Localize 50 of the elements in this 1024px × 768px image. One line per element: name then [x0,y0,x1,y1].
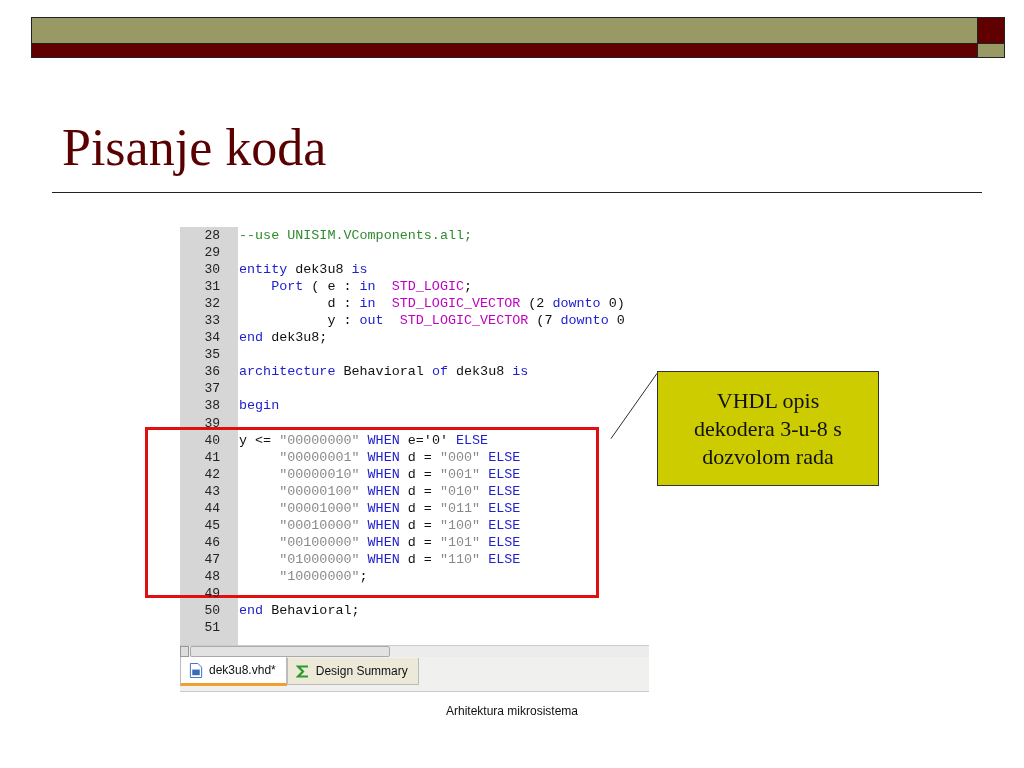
code-line: "00001000" WHEN d = "011" ELSE [278,500,521,516]
code-line: "01000000" WHEN d = "110" ELSE [278,551,521,567]
code-line: entity dek3u8 is [238,262,368,278]
code-line: end dek3u8; [238,330,328,346]
line-number: 33 [203,313,221,329]
sigma-icon [295,663,310,679]
line-number: 45 [203,517,221,533]
horizontal-scrollbar[interactable] [180,645,649,657]
code-line: y <= "00000000" WHEN e='0' ELSE [238,432,489,448]
line-number: 40 [203,432,221,448]
line-number: 46 [203,534,221,550]
code-line: end Behavioral; [238,603,360,619]
line-number: 39 [203,415,221,431]
editor-tab[interactable]: dek3u8.vhd* [180,657,287,686]
slide-footer: Arhitektura mikrosistema [445,704,578,718]
line-number: 30 [203,262,221,278]
code-line: begin [238,398,280,414]
line-number: 36 [203,364,221,380]
code-line: "00000100" WHEN d = "010" ELSE [278,483,521,499]
line-number: 32 [203,296,221,312]
callout-note: VHDL opis dekodera 3-u-8 s dozvolom rada [657,371,879,486]
code-line: "00000001" WHEN d = "000" ELSE [278,449,521,465]
line-number: 28 [203,228,221,243]
line-number: 31 [203,279,221,295]
code-line: "00000010" WHEN d = "001" ELSE [278,466,521,482]
code-line: "00010000" WHEN d = "100" ELSE [278,517,521,533]
code-line: --use UNISIM.VComponents.all; [238,228,473,243]
editor-tab[interactable]: Design Summary [286,658,419,685]
line-number: 48 [203,568,221,584]
code-line: d : in STD_LOGIC_VECTOR (2 downto 0) [326,296,625,312]
line-number: 41 [203,449,221,465]
line-number: 38 [203,398,221,414]
line-number: 35 [203,347,221,363]
line-number: 51 [203,620,221,636]
slide-title: Pisanje koda [62,118,327,178]
line-number: 44 [203,500,221,516]
file-icon [189,662,203,678]
line-number: 47 [203,551,221,567]
line-number: 42 [203,466,221,482]
code-line: "10000000"; [278,568,368,584]
line-number: 34 [203,330,221,346]
line-number: 37 [203,381,221,397]
line-number: 29 [203,245,221,261]
line-number: 43 [203,483,221,499]
code-line: Port ( e : in STD_LOGIC; [270,279,473,295]
code-line: "00100000" WHEN d = "101" ELSE [278,534,521,550]
line-number: 50 [203,603,221,619]
code-line: y : out STD_LOGIC_VECTOR (7 downto 0 [326,313,625,329]
leader-line [610,372,658,440]
code-line: architecture Behavioral of dek3u8 is [238,364,529,380]
